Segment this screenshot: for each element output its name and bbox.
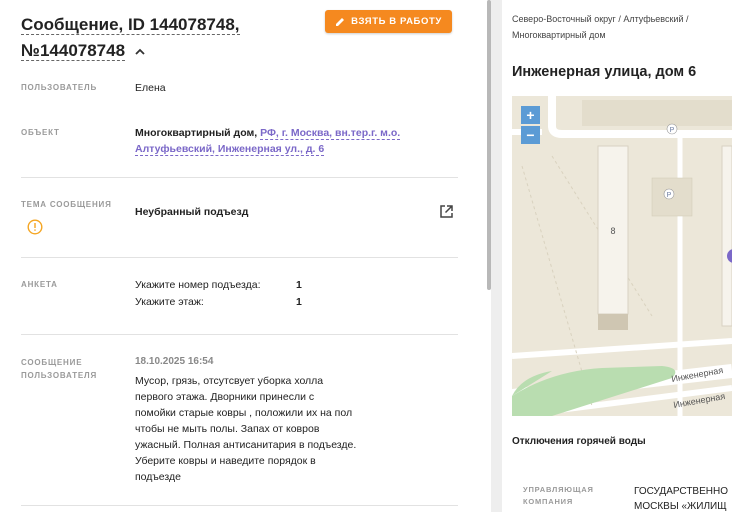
field-topic-label: ТЕМА СООБЩЕНИЯ: [21, 200, 112, 209]
map-building[interactable]: [721, 145, 732, 327]
parking-label: P: [670, 127, 675, 134]
object-address-link[interactable]: РФ, г. Москва, вн.тер.г. м.о.: [260, 127, 401, 140]
map[interactable]: P P 8 Инженерная Инженерная + −: [512, 96, 732, 416]
field-topic-value: Неубранный подъезд: [135, 206, 249, 218]
management-company-value-line1: ГОСУДАРСТВЕННО: [634, 486, 728, 497]
management-company-value-line2: МОСКВЫ «ЖИЛИЩ: [634, 501, 727, 512]
message-line: ужасный. Полная антисанитария в подъезде…: [135, 439, 357, 451]
message-line: Уберите ковры и наведите порядок в: [135, 455, 316, 467]
message-line: Мусор, грязь, отсутсвует уборка холла: [135, 375, 324, 387]
field-anketa: АНКЕТА Укажите номер подъезда: 1 Укажите…: [21, 277, 458, 317]
message-title-line2: №144078748: [21, 41, 126, 61]
management-company-label-line1: УПРАВЛЯЮЩАЯ: [523, 485, 594, 494]
divider: [21, 334, 458, 335]
message-line: чтобы не мыть полы. Запах от ковров: [135, 423, 320, 435]
message-line: первого этажа. Дворники принесли с: [135, 391, 315, 403]
breadcrumb-line2[interactable]: Многоквартирный дом: [512, 27, 732, 43]
field-anketa-label: АНКЕТА: [21, 280, 58, 289]
building-number: 8: [610, 226, 615, 236]
object-address-title: Инженерная улица, дом 6: [512, 64, 697, 80]
field-message-label-line1: СООБЩЕНИЕ: [21, 358, 83, 367]
message-date: 18.10.2025 16:54: [135, 356, 214, 367]
take-to-work-label: ВЗЯТЬ В РАБОТУ: [351, 16, 442, 27]
object-panel: Северо-Восточный округ / Алтуфьевский / …: [502, 0, 732, 512]
map-zoom-out-button[interactable]: −: [521, 126, 540, 144]
hot-water-outages-title: Отключения горячей воды: [512, 436, 646, 447]
message-title-line1: Сообщение, ID 144078748,: [21, 15, 240, 35]
field-user: ПОЛЬЗОВАТЕЛЬ Елена: [21, 80, 458, 100]
field-topic: ТЕМА СООБЩЕНИЯ Неубранный подъезд: [21, 198, 458, 238]
message-panel: Сообщение, ID 144078748, №144078748 ВЗЯТ…: [0, 0, 486, 512]
field-message-label-line2: ПОЛЬЗОВАТЕЛЯ: [21, 371, 98, 380]
management-company-label: УПРАВЛЯЮЩАЯ КОМПАНИЯ: [523, 484, 613, 508]
field-object-type: Многоквартирный дом,: [135, 127, 261, 139]
take-to-work-button[interactable]: ВЗЯТЬ В РАБОТУ: [325, 10, 452, 33]
parking-label: P: [667, 192, 672, 199]
breadcrumb: Северо-Восточный округ / Алтуфьевский / …: [512, 11, 732, 43]
field-message: СООБЩЕНИЕ ПОЛЬЗОВАТЕЛЯ 18.10.2025 16:54 …: [21, 356, 458, 496]
field-user-label: ПОЛЬЗОВАТЕЛЬ: [21, 83, 98, 92]
anketa-question: Укажите номер подъезда:: [135, 279, 261, 291]
field-user-value: Елена: [135, 82, 166, 94]
anketa-answer: 1: [296, 296, 302, 308]
message-line: помойки старые ковры , положили их на по…: [135, 407, 353, 419]
management-company-value: ГОСУДАРСТВЕННО МОСКВЫ «ЖИЛИЩ: [634, 484, 728, 512]
message-title: Сообщение, ID 144078748, №144078748: [21, 12, 321, 64]
map-building-shadow: [598, 314, 628, 330]
external-link-icon[interactable]: [439, 204, 454, 219]
field-object-label: ОБЪЕКТ: [21, 128, 60, 137]
field-object: ОБЪЕКТ Многоквартирный дом, РФ, г. Москв…: [21, 125, 458, 165]
divider: [21, 505, 458, 506]
panel-gutter: [491, 0, 502, 512]
message-text: Мусор, грязь, отсутсвует уборка холла пе…: [135, 373, 375, 485]
pencil-icon: [336, 17, 345, 26]
map-canvas[interactable]: P P 8 Инженерная Инженерная: [512, 96, 732, 416]
breadcrumb-line1[interactable]: Северо-Восточный округ / Алтуфьевский /: [512, 11, 732, 27]
warning-icon: [27, 219, 43, 235]
divider: [21, 257, 458, 258]
object-address-link-line2[interactable]: Алтуфьевский, Инженерная ул., д. 6: [135, 143, 325, 156]
map-zoom-in-button[interactable]: +: [521, 106, 540, 124]
anketa-question: Укажите этаж:: [135, 296, 204, 308]
management-company-label-line2: КОМПАНИЯ: [523, 497, 574, 506]
chevron-up-icon[interactable]: [134, 46, 146, 58]
anketa-answer: 1: [296, 279, 302, 291]
divider: [21, 177, 458, 178]
message-line: подъезде: [135, 471, 181, 483]
